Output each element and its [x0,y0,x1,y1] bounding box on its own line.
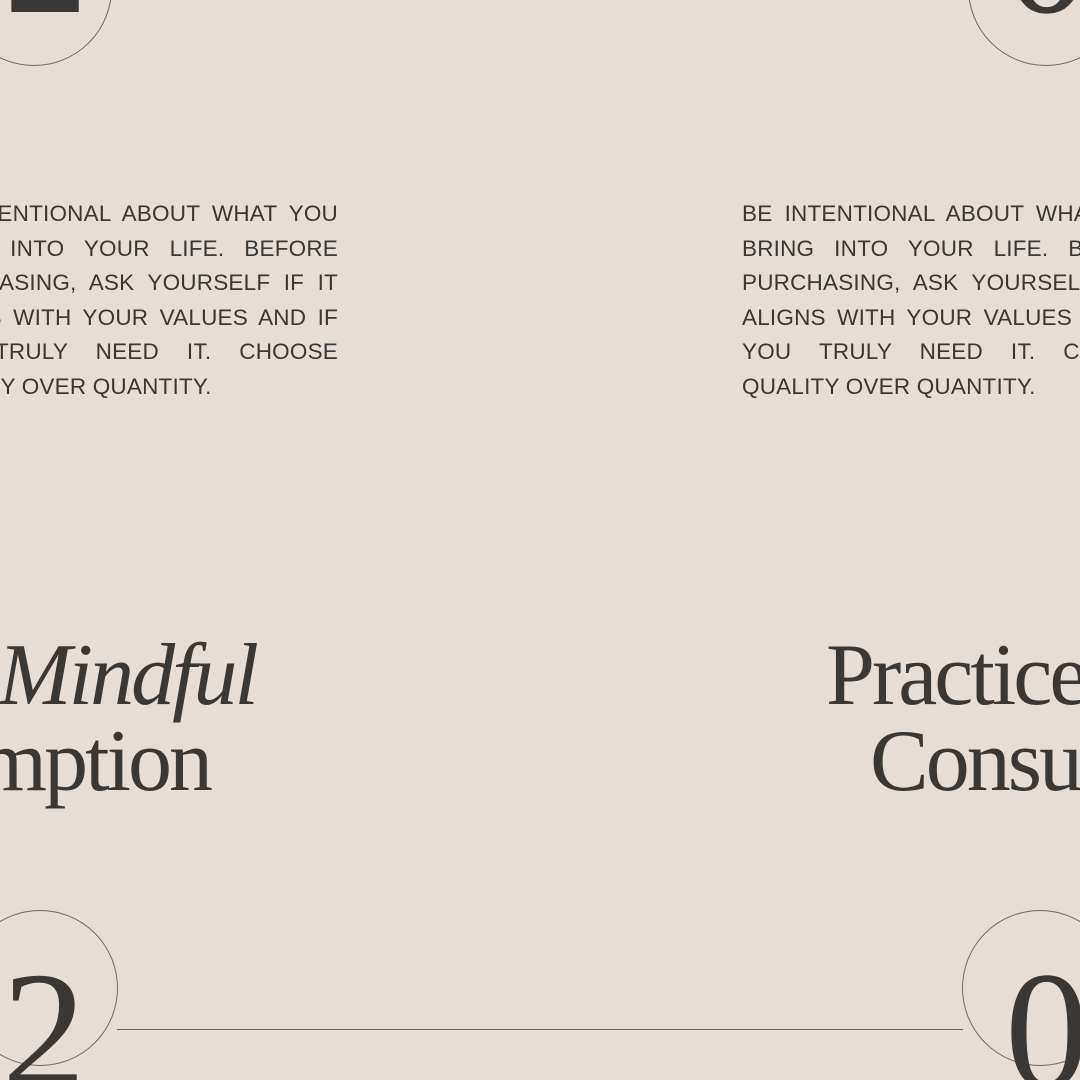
bottom-left-number: 02 [0,938,86,1080]
right-body-text: BE INTENTIONAL ABOUT WHAT YOU BRING INTO… [742,201,1080,399]
right-headline-word2: Consumption [870,713,1080,810]
top-left-number: 02 [0,0,88,40]
bottom-right-number: 02 [1005,938,1080,1080]
divider-line [117,1029,963,1030]
left-headline-line1: Practice Mindful [0,627,259,724]
slide-canvas: 02 02 02 02 BE INTENTIONAL ABOUT WHAT YO… [0,0,1080,1080]
right-headline-word1: Practice [826,627,1080,724]
top-right-number: 02 [1005,0,1080,40]
left-headline-line2: Consumption [0,713,213,810]
left-body-text: BE INTENTIONAL ABOUT WHAT YOU BRING INTO… [0,201,338,399]
